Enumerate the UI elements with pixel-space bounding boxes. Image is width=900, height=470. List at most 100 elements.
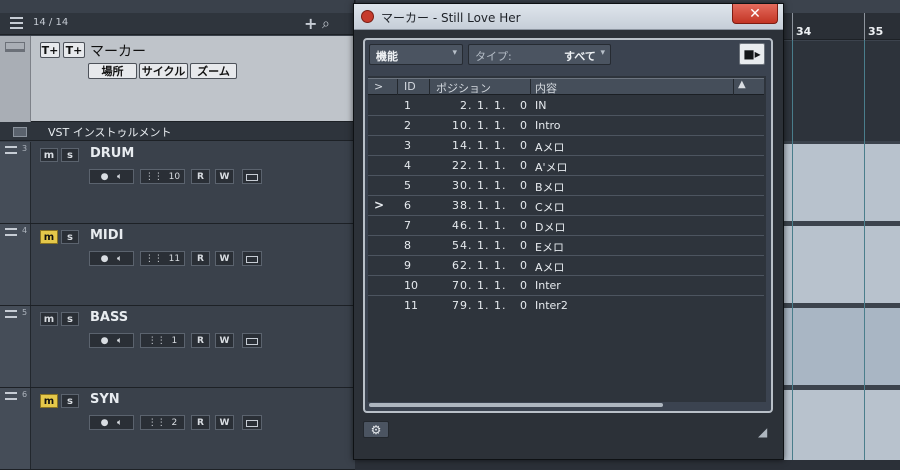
record-monitor-group[interactable]: ● 🔈︎ bbox=[89, 169, 134, 184]
channel-value: 2 bbox=[171, 417, 178, 428]
midi-channel[interactable]: ⋮⋮ 2 bbox=[140, 415, 185, 430]
cycle-button[interactable]: サイクル bbox=[139, 63, 188, 79]
marker-track-title: マーカー bbox=[90, 44, 146, 60]
write-automation-button[interactable]: W bbox=[215, 169, 234, 184]
marker-position: 79. 1. 1. 0 bbox=[452, 299, 528, 312]
table-row[interactable]: 9 62. 1. 1. 0 Aメロ bbox=[368, 256, 764, 276]
midi-channel[interactable]: ⋮⋮ 1 bbox=[140, 333, 185, 348]
track-row-syn[interactable]: 6 m s SYN ● 🔈︎ ⋮⋮ 2 R W bbox=[0, 388, 355, 470]
read-automation-button[interactable]: R bbox=[191, 251, 210, 266]
sort-arrow-icon[interactable]: ▲ bbox=[738, 79, 746, 90]
table-row[interactable]: 7 46. 1. 1. 0 Dメロ bbox=[368, 216, 764, 236]
mute-button[interactable]: m bbox=[40, 230, 58, 244]
edit-instrument-button[interactable] bbox=[242, 251, 262, 266]
write-automation-button[interactable]: W bbox=[215, 415, 234, 430]
syn-lane[interactable] bbox=[784, 388, 900, 460]
marker-position: 30. 1. 1. 0 bbox=[452, 179, 528, 192]
window-title: マーカー - Still Love Her bbox=[381, 11, 521, 25]
instrument-track-icon bbox=[5, 228, 17, 236]
midi-lane[interactable] bbox=[784, 224, 900, 305]
settings-icon[interactable]: ⚙ bbox=[363, 421, 389, 438]
edit-instrument-button[interactable] bbox=[242, 169, 262, 184]
type-filter-dropdown[interactable]: タイプ: すべて ▾ bbox=[468, 44, 611, 65]
mute-button[interactable]: m bbox=[40, 312, 58, 326]
marker-description: Aメロ bbox=[535, 141, 565, 154]
move-marker-icon[interactable]: ■▸ bbox=[739, 43, 765, 65]
track-name[interactable]: SYN bbox=[90, 392, 120, 407]
midi-part[interactable] bbox=[784, 390, 900, 460]
midi-part[interactable] bbox=[784, 308, 900, 385]
table-row[interactable]: 10 70. 1. 1. 0 Inter bbox=[368, 276, 764, 296]
table-row[interactable]: 4 22. 1. 1. 0 A'メロ bbox=[368, 156, 764, 176]
close-button[interactable]: ✕ bbox=[732, 4, 778, 24]
table-row[interactable]: 3 14. 1. 1. 0 Aメロ bbox=[368, 136, 764, 156]
read-automation-button[interactable]: R bbox=[191, 169, 210, 184]
table-row[interactable]: 1 2. 1. 1. 0 IN bbox=[368, 96, 764, 116]
solo-button[interactable]: s bbox=[61, 394, 79, 408]
bass-lane[interactable] bbox=[784, 306, 900, 387]
table-row[interactable]: 8 54. 1. 1. 0 Eメロ bbox=[368, 236, 764, 256]
record-monitor-group[interactable]: ● 🔈︎ bbox=[89, 333, 134, 348]
record-monitor-group[interactable]: ● 🔈︎ bbox=[89, 415, 134, 430]
folder-lane[interactable] bbox=[784, 122, 900, 141]
track-row-midi[interactable]: 4 m s MIDI ● 🔈︎ ⋮⋮ 11 R W bbox=[0, 224, 355, 306]
table-row-current[interactable]: > 6 38. 1. 1. 0 Cメロ bbox=[368, 196, 764, 216]
type-filter-value: すべて bbox=[564, 50, 596, 63]
read-automation-button[interactable]: R bbox=[191, 415, 210, 430]
folder-track[interactable]: VST インストゥルメント bbox=[0, 122, 355, 141]
folder-icon bbox=[13, 127, 27, 137]
read-automation-button[interactable]: R bbox=[191, 333, 210, 348]
table-row[interactable]: 11 79. 1. 1. 0 Inter2 bbox=[368, 296, 764, 316]
marker-lane[interactable] bbox=[784, 41, 900, 122]
track-list: 14 / 14 + ⌕ T+ T+ マーカー 場所 サイクル ズーム VST イ… bbox=[0, 0, 355, 470]
horizontal-scrollbar[interactable] bbox=[369, 403, 663, 407]
track-row-drum[interactable]: 3 m s DRUM ● 🔈︎ ⋮⋮ 10 R W bbox=[0, 142, 355, 224]
marker-description: Dメロ bbox=[535, 221, 566, 234]
locate-button[interactable]: 場所 bbox=[88, 63, 137, 79]
marker-track[interactable]: T+ T+ マーカー 場所 サイクル ズーム bbox=[0, 36, 355, 122]
marker-table[interactable]: > ID ポジション 内容 ▲ 1 2. 1. 1. 0 IN 2 10. 1.… bbox=[368, 76, 766, 402]
drum-lane[interactable] bbox=[784, 142, 900, 223]
marker-description: A'メロ bbox=[535, 161, 568, 174]
midi-part[interactable] bbox=[784, 144, 900, 221]
column-header-description[interactable]: 内容 bbox=[531, 79, 734, 95]
table-row[interactable]: 5 30. 1. 1. 0 Bメロ bbox=[368, 176, 764, 196]
track-name[interactable]: MIDI bbox=[90, 228, 123, 243]
track-name[interactable]: DRUM bbox=[90, 146, 134, 161]
menu-icon[interactable] bbox=[10, 17, 23, 29]
marker-window[interactable]: マーカー - Still Love Her ✕ 機能 ▾ タイプ: すべて ▾ … bbox=[353, 3, 784, 460]
mute-button[interactable]: m bbox=[40, 148, 58, 162]
add-marker-button[interactable]: T+ bbox=[40, 42, 60, 58]
zoom-button[interactable]: ズーム bbox=[190, 63, 237, 79]
channel-value: 1 bbox=[171, 335, 178, 346]
write-automation-button[interactable]: W bbox=[215, 251, 234, 266]
search-icon[interactable]: ⌕ bbox=[322, 16, 330, 32]
instrument-track-icon bbox=[5, 310, 17, 318]
solo-button[interactable]: s bbox=[61, 312, 79, 326]
edit-instrument-button[interactable] bbox=[242, 415, 262, 430]
write-automation-button[interactable]: W bbox=[215, 333, 234, 348]
column-header-position[interactable]: ポジション bbox=[430, 79, 531, 95]
column-header-cursor[interactable]: > bbox=[368, 79, 398, 95]
resize-grip-icon[interactable]: ◢ bbox=[758, 425, 767, 439]
midi-channel[interactable]: ⋮⋮ 10 bbox=[140, 169, 185, 184]
mute-button[interactable]: m bbox=[40, 394, 58, 408]
track-row-bass[interactable]: 5 m s BASS ● 🔈︎ ⋮⋮ 1 R W bbox=[0, 306, 355, 388]
add-cycle-marker-button[interactable]: T+ bbox=[63, 42, 85, 58]
solo-button[interactable]: s bbox=[61, 148, 79, 162]
function-dropdown[interactable]: 機能 ▾ bbox=[369, 44, 463, 65]
track-name[interactable]: BASS bbox=[90, 310, 128, 325]
solo-button[interactable]: s bbox=[61, 230, 79, 244]
marker-position: 10. 1. 1. 0 bbox=[452, 119, 528, 132]
column-header-id[interactable]: ID bbox=[398, 79, 430, 95]
record-monitor-group[interactable]: ● 🔈︎ bbox=[89, 251, 134, 266]
add-track-icon[interactable]: + bbox=[304, 14, 317, 33]
table-row[interactable]: 2 10. 1. 1. 0 Intro bbox=[368, 116, 764, 136]
midi-part[interactable] bbox=[784, 226, 900, 303]
midi-channel[interactable]: ⋮⋮ 11 bbox=[140, 251, 185, 266]
marker-description: Aメロ bbox=[535, 261, 565, 274]
ruler[interactable]: 34 35 bbox=[784, 13, 900, 40]
edit-instrument-button[interactable] bbox=[242, 333, 262, 348]
window-titlebar[interactable]: マーカー - Still Love Her ✕ bbox=[354, 4, 783, 30]
chevron-down-icon: ▾ bbox=[600, 48, 605, 58]
